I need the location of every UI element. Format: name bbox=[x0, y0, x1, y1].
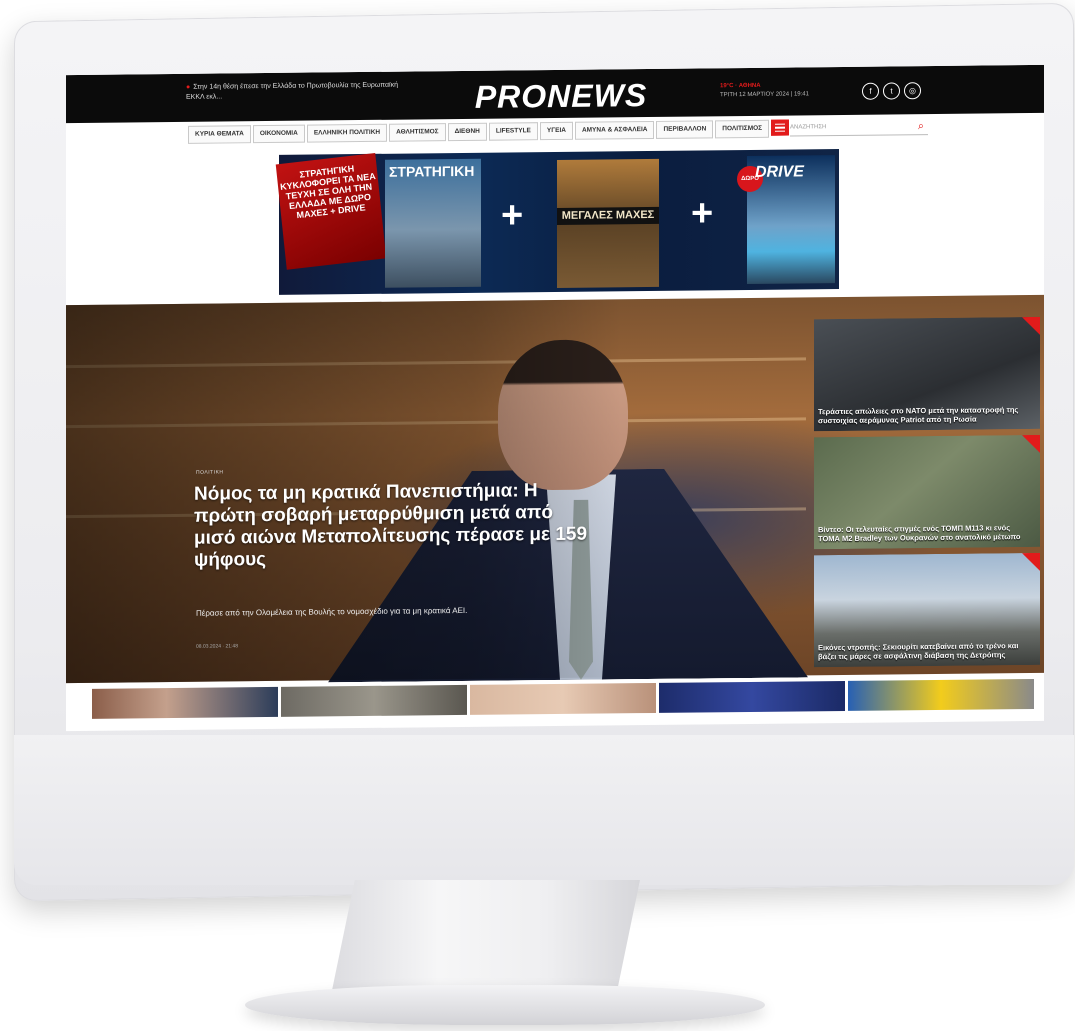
site-logo[interactable]: PRONEWS bbox=[451, 77, 671, 116]
imac-stand-base bbox=[245, 985, 765, 1025]
side-story[interactable]: Τεράστιες απώλειες στο ΝΑΤΟ μετά την κατ… bbox=[814, 316, 1040, 432]
search-icon[interactable]: ⌕ bbox=[918, 118, 924, 134]
social-links: f t ◎ bbox=[862, 82, 921, 100]
bullet-icon: ● bbox=[186, 83, 191, 91]
drive-title: DRIVE bbox=[755, 163, 804, 181]
hamburger-menu-icon[interactable] bbox=[771, 119, 790, 136]
nav-item-greek-politics[interactable]: ΕΛΛΗΝΙΚΗ ΠΟΛΙΤΙΚΗ bbox=[306, 123, 388, 143]
imac-stand-neck bbox=[330, 880, 640, 1000]
red-corner-badge bbox=[1022, 552, 1040, 572]
twitter-icon[interactable]: t bbox=[883, 82, 900, 100]
thumbnail[interactable] bbox=[92, 686, 278, 719]
search-placeholder: ΑΝΑΖΗΤΗΣΗ bbox=[790, 124, 827, 131]
browser-screen: ● Στην 14η θέση έπεσε την Ελλάδα το Πρωτο… bbox=[66, 64, 1044, 732]
nav-item-defense[interactable]: ΑΜΥΝΑ & ΑΣΦΑΛΕΙΑ bbox=[574, 120, 655, 140]
thumbnail[interactable] bbox=[470, 682, 656, 715]
nav-item-sports[interactable]: ΑΘΛΗΤΙΣΜΟΣ bbox=[389, 123, 446, 142]
side-story[interactable]: Βίντεο: Οι τελευταίες στιγμές ενός ΤΟΜΠ … bbox=[814, 434, 1040, 550]
banner-magazine-maxes: ΜΕΓΑΛΕΣ ΜΑΧΕΣ bbox=[557, 158, 659, 288]
main-nav: ΚΥΡΙΑ ΘΕΜΑΤΑ ΟΙΚΟΝΟΜΙΑ ΕΛΛΗΝΙΚΗ ΠΟΛΙΤΙΚΗ… bbox=[188, 119, 790, 144]
nav-item-culture[interactable]: ΠΟΛΙΤΙΣΜΟΣ bbox=[715, 119, 770, 139]
hero-date: 08.03.2024 · 21:48 bbox=[196, 643, 238, 650]
breaking-news[interactable]: ● Στην 14η θέση έπεσε την Ελλάδα το Πρωτο… bbox=[186, 80, 416, 102]
story-caption: Τεράστιες απώλειες στο ΝΑΤΟ μετά την κατ… bbox=[818, 405, 1019, 426]
instagram-icon[interactable]: ◎ bbox=[904, 82, 921, 100]
nav-item-international[interactable]: ΔΙΕΘΝΗ bbox=[447, 122, 487, 142]
banner-magazine-strategiki: ΣΤΡΑΤΗΓΙΚΗ bbox=[385, 158, 481, 288]
banner-magazine-drive: ΔΩΡΟ DRIVE bbox=[737, 155, 835, 284]
site-header: ● Στην 14η θέση έπεσε την Ελλάδα το Πρωτο… bbox=[66, 64, 1044, 124]
date-time: ΤΡΙΤΗ 12 ΜΑΡΤΙΟΥ 2024 | 19:41 bbox=[720, 91, 809, 99]
plus-icon: + bbox=[691, 192, 714, 235]
ad-banner[interactable]: ΣΤΡΑΤΗΓΙΚΗ ΚΥΚΛΟΦΟΡΕΙ ΤΑ ΝΕΑ ΤΕΥΧΗ ΣΕ ΟΛ… bbox=[275, 149, 839, 295]
plus-icon: + bbox=[501, 194, 524, 237]
search-input[interactable]: ΑΝΑΖΗΤΗΣΗ ⌕ bbox=[790, 118, 928, 137]
red-corner-badge bbox=[1022, 316, 1040, 336]
nav-item-main-topics[interactable]: ΚΥΡΙΑ ΘΕΜΑΤΑ bbox=[188, 125, 251, 144]
thumbnail-row bbox=[92, 678, 1034, 719]
imac-chin bbox=[14, 735, 1074, 885]
banner-maxes-title: ΜΕΓΑΛΕΣ ΜΑΧΕΣ bbox=[557, 206, 659, 225]
hero-category[interactable]: ΠΟΛΙΤΙΚΗ bbox=[196, 469, 224, 475]
nav-item-environment[interactable]: ΠΕΡΙΒΑΛΛΟΝ bbox=[656, 120, 714, 139]
story-caption: Εικόνες ντροπής: Σεκιουρίτι κατεβαίνει α… bbox=[818, 641, 1019, 662]
side-stories: Τεράστιες απώλειες στο ΝΑΤΟ μετά την κατ… bbox=[814, 316, 1040, 675]
nav-item-lifestyle[interactable]: LIFESTYLE bbox=[488, 122, 538, 141]
nav-item-health[interactable]: ΥΓΕΙΑ bbox=[539, 121, 573, 141]
thumbnail[interactable] bbox=[848, 678, 1034, 711]
side-story[interactable]: Εικόνες ντροπής: Σεκιουρίτι κατεβαίνει α… bbox=[814, 552, 1040, 668]
weather-widget: 19°C · ΑΘΗΝΑ ΤΡΙΤΗ 12 ΜΑΡΤΙΟΥ 2024 | 19:… bbox=[720, 81, 809, 100]
thumbnail[interactable] bbox=[659, 680, 845, 713]
banner-promo-text: ΣΤΡΑΤΗΓΙΚΗ ΚΥΚΛΟΦΟΡΕΙ ΤΑ ΝΕΑ ΤΕΥΧΗ ΣΕ ΟΛ… bbox=[275, 152, 387, 270]
thumbnail[interactable] bbox=[281, 684, 467, 717]
story-caption: Βίντεο: Οι τελευταίες στιγμές ενός ΤΟΜΠ … bbox=[818, 523, 1021, 544]
facebook-icon[interactable]: f bbox=[862, 82, 879, 100]
nav-item-economy[interactable]: ΟΙΚΟΝΟΜΙΑ bbox=[252, 124, 305, 144]
hero-title[interactable]: Νόμος τα μη κρατικά Πανεπιστήμια: Η πρώτ… bbox=[194, 480, 594, 572]
red-corner-badge bbox=[1022, 434, 1040, 454]
